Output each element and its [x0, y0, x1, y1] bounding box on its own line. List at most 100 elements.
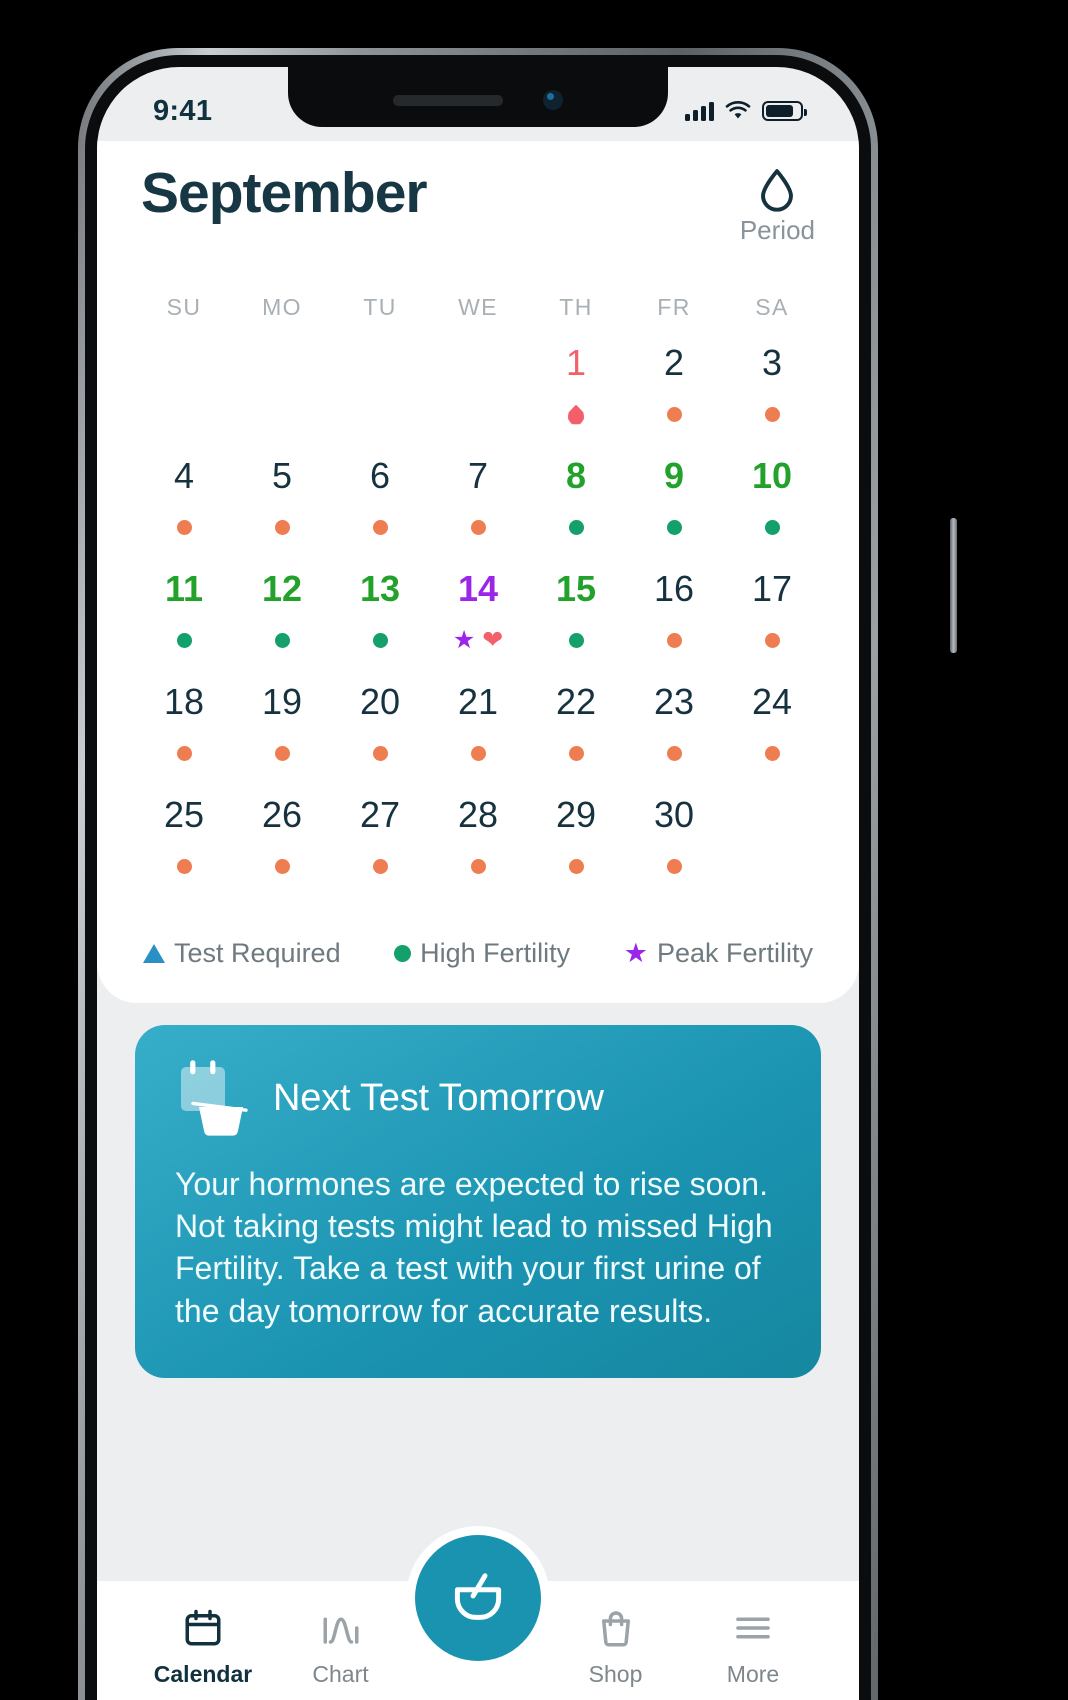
orange-dot-icon [176, 746, 192, 762]
status-time: 9:41 [153, 94, 213, 127]
nav-item-chart[interactable]: Chart [281, 1607, 401, 1688]
orange-dot-icon [470, 746, 486, 762]
calendar-day-cell[interactable]: 16 [625, 569, 723, 682]
calendar-day-cell[interactable]: 28 [429, 795, 527, 908]
nav-label-calendar: Calendar [153, 1661, 253, 1687]
legend-label: Peak Fertility [656, 938, 813, 968]
calendar-day-cell[interactable]: 20 [331, 682, 429, 795]
day-number: 15 [555, 568, 597, 609]
orange-dot-icon [274, 746, 290, 762]
calendar-day-cell[interactable]: 3 [723, 343, 821, 456]
calendar-day-cell[interactable]: 8 [527, 456, 625, 569]
calendar-cell-empty [233, 343, 331, 456]
calendar-day-cell[interactable]: 15 [527, 569, 625, 682]
info-card-wrapper: Next Test Tomorrow Your hormones are exp… [97, 1003, 859, 1378]
day-markers [372, 736, 388, 772]
calendar-day-cell[interactable]: 14 ★ ❤ [429, 569, 527, 682]
day-number: 10 [751, 455, 793, 496]
orange-dot-icon [764, 633, 780, 649]
add-test-fab[interactable] [415, 1535, 541, 1661]
weekday-header-row: SU MO TU WE TH FR SA [135, 294, 821, 321]
calendar-day-cell[interactable]: 29 [527, 795, 625, 908]
calendar-day-cell[interactable]: 10 [723, 456, 821, 569]
calendar-day-cell[interactable]: 12 [233, 569, 331, 682]
calendar-day-cell[interactable]: 4 [135, 456, 233, 569]
calendar-day-cell[interactable]: 6 [331, 456, 429, 569]
calendar-day-cell[interactable]: 7 [429, 456, 527, 569]
status-icons [685, 101, 807, 121]
test-cup-calendar-icon [181, 1060, 248, 1136]
day-number: 16 [653, 568, 695, 609]
power-button[interactable] [950, 518, 957, 653]
test-stick-check-icon [454, 1573, 502, 1620]
day-markers [666, 397, 682, 433]
weekday-fr: FR [657, 294, 691, 320]
calendar-day-cell[interactable]: 25 [135, 795, 233, 908]
day-number: 26 [261, 794, 303, 835]
calendar-day-cell[interactable]: 17 [723, 569, 821, 682]
calendar-day-cell[interactable]: 27 [331, 795, 429, 908]
day-markers [470, 849, 486, 885]
day-markers [274, 510, 290, 546]
day-markers [666, 623, 682, 659]
calendar-day-cell[interactable]: 24 [723, 682, 821, 795]
calendar-day-cell[interactable]: 19 [233, 682, 331, 795]
day-markers [666, 736, 682, 772]
day-number: 23 [653, 681, 695, 722]
weekday-th: TH [559, 294, 593, 320]
next-test-card[interactable]: Next Test Tomorrow Your hormones are exp… [135, 1025, 821, 1378]
nav-item-shop[interactable]: Shop [556, 1607, 676, 1688]
day-markers [372, 510, 388, 546]
orange-dot-icon [274, 859, 290, 875]
day-markers [470, 736, 486, 772]
day-number: 28 [457, 794, 499, 835]
weekday-su: SU [166, 294, 202, 320]
calendar-day-cell[interactable]: 1 [527, 343, 625, 456]
green-dot-icon [176, 633, 192, 649]
day-markers [764, 736, 780, 772]
period-button[interactable]: Period [740, 165, 815, 246]
orange-dot-icon [666, 633, 682, 649]
green-dot-icon [568, 520, 584, 536]
calendar-day-cell[interactable]: 5 [233, 456, 331, 569]
nav-label-chart: Chart [312, 1661, 369, 1687]
calendar-day-cell[interactable]: 18 [135, 682, 233, 795]
day-markers [176, 510, 192, 546]
calendar-day-cell[interactable]: 22 [527, 682, 625, 795]
calendar-day-cell[interactable]: 23 [625, 682, 723, 795]
calendar-day-cell[interactable]: 11 [135, 569, 233, 682]
legend-item: Test Required [143, 938, 341, 969]
battery-icon [762, 101, 807, 121]
calendar-day-cell[interactable]: 2 [625, 343, 723, 456]
day-number: 17 [751, 568, 793, 609]
day-number: 21 [457, 681, 499, 722]
day-markers [764, 397, 780, 433]
triangle-icon [143, 944, 165, 963]
calendar-day-cell[interactable]: 30 [625, 795, 723, 908]
legend-item: ★ Peak Fertility [624, 938, 813, 969]
status-bar: 9:41 [97, 67, 859, 141]
day-number: 13 [359, 568, 401, 609]
day-number: 2 [663, 342, 685, 383]
heart-icon: ❤ [482, 626, 504, 655]
orange-dot-icon [372, 746, 388, 762]
weekday-mo: MO [262, 294, 302, 320]
day-markers [274, 849, 290, 885]
calendar-day-cell[interactable]: 26 [233, 795, 331, 908]
day-markers [176, 849, 192, 885]
day-number: 4 [173, 455, 195, 496]
calendar-header: September Period [135, 141, 821, 246]
orange-dot-icon [176, 520, 192, 536]
day-number: 7 [467, 455, 489, 496]
green-dot-icon [764, 520, 780, 536]
calendar-day-cell[interactable]: 9 [625, 456, 723, 569]
menu-icon [736, 1617, 770, 1639]
nav-item-more[interactable]: More [693, 1607, 813, 1688]
day-markers [666, 510, 682, 546]
calendar-day-cell[interactable]: 21 [429, 682, 527, 795]
day-number: 1 [565, 342, 587, 383]
calendar-day-cell[interactable]: 13 [331, 569, 429, 682]
nav-item-calendar[interactable]: Calendar [143, 1607, 263, 1688]
info-card-body: Your hormones are expected to rise soon.… [175, 1166, 773, 1329]
weekday-we: WE [458, 294, 498, 320]
